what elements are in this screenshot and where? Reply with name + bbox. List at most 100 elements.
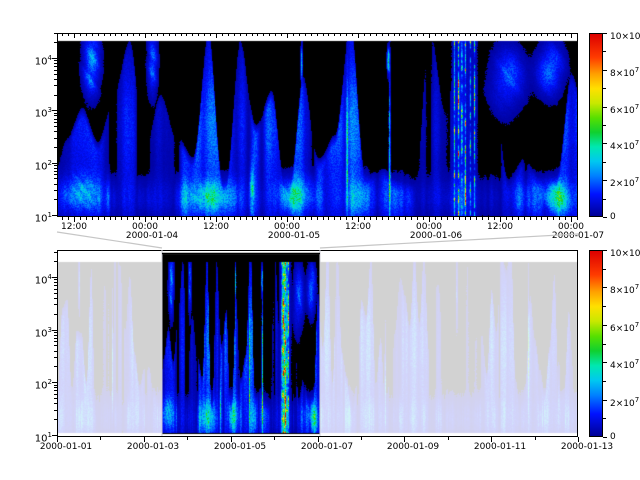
bottom-spectrogram-canvas[interactable] (58, 251, 577, 436)
colorbar-tick-label: 2×107 (610, 395, 639, 410)
top-spectrogram-canvas[interactable] (58, 34, 577, 216)
y-tick-label: 103 (10, 324, 52, 340)
x-minor-tick (198, 217, 199, 220)
x-minor-tick (104, 217, 105, 220)
x-minor-tick-inner (447, 34, 448, 36)
y-minor-tick (54, 138, 57, 139)
exponent: 3 (48, 326, 52, 334)
x-minor-tick-inner (577, 34, 578, 36)
x-minor-tick-inner (222, 34, 223, 36)
x-minor-tick (423, 217, 424, 220)
y-minor-tick (54, 385, 57, 386)
x-minor-tick (187, 437, 188, 440)
x-minor-tick (192, 217, 193, 220)
exponent: 4 (48, 54, 52, 62)
y-minor-tick (54, 293, 57, 294)
y-minor-tick (54, 390, 57, 391)
x-minor-tick-inner (512, 34, 513, 36)
x-tick-date-label: 2000-01-13 (561, 442, 613, 452)
y-minor-tick (54, 335, 57, 336)
x-minor-tick-inner (269, 34, 270, 36)
y-minor-tick (54, 357, 57, 358)
y-minor-tick (54, 199, 57, 200)
x-minor-tick-inner (210, 34, 211, 36)
x-minor-tick (524, 217, 525, 220)
y-major-tick (52, 277, 57, 278)
x-minor-tick-inner (346, 34, 347, 36)
y-major-tick (52, 330, 57, 331)
y-minor-tick (54, 70, 57, 71)
x-minor-tick (127, 217, 128, 220)
y-minor-tick (54, 171, 57, 172)
x-major-tick-inner (358, 34, 359, 38)
x-minor-tick (299, 217, 300, 220)
exponent: 1 (48, 211, 52, 219)
y-minor-tick (54, 119, 57, 120)
exponent: 7 (635, 283, 639, 291)
y-minor-tick (54, 419, 57, 420)
x-minor-tick-inner (524, 34, 525, 36)
x-minor-tick (376, 217, 377, 220)
x-minor-tick-inner (192, 34, 193, 36)
x-minor-tick (281, 217, 282, 220)
x-minor-tick (317, 217, 318, 220)
x-major-tick-inner (216, 34, 217, 38)
y-major-tick (52, 163, 57, 164)
x-minor-tick-inner (151, 34, 152, 36)
x-minor-tick (364, 217, 365, 220)
x-minor-tick-inner (328, 34, 329, 36)
x-tick-date-label: 2000-01-03 (127, 442, 179, 452)
x-minor-tick (577, 217, 578, 220)
x-tick-time-label: 12:00 (345, 222, 371, 232)
x-minor-tick (453, 217, 454, 220)
exponent: 3 (48, 106, 52, 114)
x-minor-tick (139, 217, 140, 220)
y-minor-tick (54, 165, 57, 166)
x-minor-tick-inner (163, 34, 164, 36)
colorbar-minor-tick (603, 125, 606, 126)
x-major-tick-inner (500, 34, 501, 38)
x-minor-tick (240, 217, 241, 220)
y-minor-tick (54, 85, 57, 86)
y-minor-tick (54, 147, 57, 148)
x-tick-date-label: 2000-01-11 (474, 442, 526, 452)
colorbar-major-tick (603, 33, 607, 34)
x-minor-tick (447, 217, 448, 220)
y-minor-tick (54, 74, 57, 75)
x-minor-tick-inner (541, 34, 542, 36)
x-minor-tick (370, 217, 371, 220)
x-minor-tick-inner (399, 34, 400, 36)
y-minor-tick (54, 304, 57, 305)
exponent: 7 (635, 396, 639, 404)
x-minor-tick-inner (506, 34, 507, 36)
x-minor-tick-inner (559, 34, 560, 36)
x-minor-tick-inner (86, 34, 87, 36)
x-minor-tick-inner (92, 34, 93, 36)
colorbar-tick-label: 6×107 (610, 102, 639, 117)
x-minor-tick-inner (204, 34, 205, 36)
y-minor-tick (54, 398, 57, 399)
x-minor-tick-inner (104, 34, 105, 36)
x-minor-tick (121, 217, 122, 220)
x-minor-tick-inner (459, 34, 460, 36)
x-minor-tick-inner (376, 34, 377, 36)
x-minor-tick (494, 217, 495, 220)
y-minor-tick (54, 394, 57, 395)
x-minor-tick-inner (435, 34, 436, 36)
x-minor-tick (92, 217, 93, 220)
y-major-tick (52, 435, 57, 436)
y-minor-tick (54, 345, 57, 346)
colorbar-minor-tick (603, 88, 606, 89)
y-minor-tick (54, 174, 57, 175)
y-minor-tick (54, 282, 57, 283)
exponent: 1 (48, 431, 52, 439)
colorbar-tick-label: 8×107 (610, 65, 639, 80)
y-minor-tick (54, 115, 57, 116)
x-minor-tick (512, 217, 513, 220)
exponent: 2 (48, 159, 52, 167)
colorbar-major-tick (603, 325, 607, 326)
x-minor-tick-inner (275, 34, 276, 36)
bottom-colorbar-gradient (590, 251, 602, 436)
x-minor-tick (62, 217, 63, 220)
y-minor-tick (54, 42, 57, 43)
